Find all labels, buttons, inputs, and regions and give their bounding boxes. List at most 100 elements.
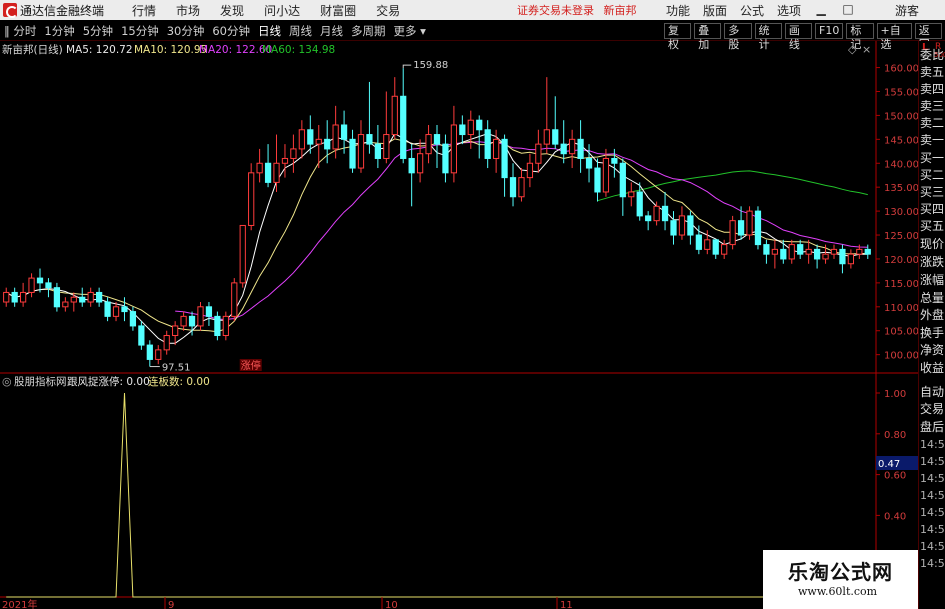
menu-item-formula[interactable]: 公式	[740, 2, 764, 19]
menu-item-discover[interactable]: 发现	[220, 2, 244, 19]
period-intraday[interactable]: ‖ 分时	[0, 23, 40, 39]
period-15min[interactable]: 15分钟	[117, 23, 163, 39]
period-1min[interactable]: 1分钟	[40, 23, 78, 39]
high-arrow-icon	[402, 64, 412, 69]
chart-tools: 复权 叠加 多股 统计 画线 F10 标记 +自选 返回	[664, 22, 945, 51]
tick-time-1: 14:56	[920, 455, 945, 468]
quote-field-14: 总量	[920, 291, 945, 305]
candle-up	[281, 157, 289, 164]
candle-up	[391, 95, 398, 136]
tool-restore-rights[interactable]: 复权	[664, 22, 692, 51]
tool-f10[interactable]: F10	[815, 22, 844, 39]
tool-add-watchlist[interactable]: +自选	[876, 22, 912, 51]
tool-back[interactable]: 返回	[914, 22, 942, 51]
minimize-icon[interactable]: ▁	[814, 2, 828, 19]
low-annotation: 97.51	[149, 363, 190, 374]
date-label-10: 10	[385, 600, 398, 609]
tool-statistics[interactable]: 统计	[754, 22, 782, 51]
price-tick-label: 125.00	[884, 231, 918, 242]
candle-down	[585, 157, 593, 169]
tool-overlay[interactable]: 叠加	[694, 22, 722, 51]
quote-field-16: 换手	[920, 326, 945, 340]
close-icon[interactable]: ×	[862, 43, 871, 56]
candle-down	[366, 134, 373, 145]
period-intraday-label: 分时	[13, 23, 37, 38]
candle-down	[374, 143, 381, 159]
candle-up	[518, 177, 525, 198]
tool-multi-stock[interactable]: 多股	[724, 22, 752, 51]
candle-down	[763, 244, 770, 255]
period-30min[interactable]: 30分钟	[163, 23, 209, 39]
menu-item-assistant[interactable]: 问小达	[264, 2, 300, 19]
price-tick-label: 150.00	[884, 111, 918, 122]
indicator-settings-icon[interactable]: ◎	[2, 375, 12, 388]
login-notice[interactable]: 证券交易未登录 新亩邦	[517, 2, 637, 18]
menu-item-market-center[interactable]: 市场	[176, 2, 200, 19]
candle-down	[53, 287, 61, 308]
candle-down	[670, 220, 677, 236]
candle-down	[839, 248, 846, 265]
indicator-tick-label: 0.80	[884, 430, 906, 441]
menu-item-wealth[interactable]: 财富圈	[320, 2, 356, 19]
date-label-11: 11	[560, 600, 573, 609]
period-monthly[interactable]: 月线	[316, 23, 347, 39]
candle-down	[501, 138, 508, 179]
quote-field-7: 买二	[920, 168, 945, 182]
quote-field-0: 委比	[920, 48, 945, 62]
candle-down	[754, 210, 762, 246]
candle-up	[822, 253, 829, 260]
period-daily[interactable]: 日线	[254, 23, 285, 39]
tool-mark[interactable]: 标记	[846, 22, 874, 51]
candle-down	[577, 138, 584, 159]
candle-down	[400, 95, 407, 159]
candle-up	[112, 306, 120, 317]
candle-up	[847, 253, 855, 265]
quote-field-1: 卖五	[920, 65, 945, 79]
menu-item-function[interactable]: 功能	[666, 2, 690, 19]
candle-up	[805, 248, 812, 255]
candle-down	[619, 162, 626, 198]
guest-user[interactable]: 游客	[895, 2, 919, 19]
period-weekly[interactable]: 周线	[285, 23, 316, 39]
kline-chart[interactable]: 新亩邦(日线) MA5: 120.72 MA10: 120.95 MA20: 1…	[0, 41, 918, 609]
app-logo-icon	[3, 3, 18, 18]
candle-up	[771, 248, 778, 255]
candle-down	[780, 248, 787, 260]
quote-field-8: 买三	[920, 185, 945, 199]
period-60min[interactable]: 60分钟	[208, 23, 254, 39]
price-tick-label: 160.00	[884, 64, 918, 75]
candle-up	[602, 157, 610, 193]
candle-up	[788, 244, 795, 260]
tool-draw-line[interactable]: 画线	[784, 22, 813, 51]
menu-item-trade[interactable]: 交易	[376, 2, 400, 19]
quote-panel: L R 500 委比卖五卖四卖三卖二卖一买一买二买三买四买五现价涨跌涨幅总量外盘…	[918, 41, 945, 609]
quote-field-6: 买一	[920, 151, 945, 165]
candle-up	[248, 172, 255, 226]
candle-down	[104, 301, 111, 317]
legend-ma5: MA5: 120.72	[66, 44, 133, 56]
price-ticks: 160.00 155.00 150.00 145.00 140.00 135.00 130.…	[876, 64, 918, 362]
period-more[interactable]: 更多 ▾	[389, 23, 429, 39]
tick-time-2: 14:56	[920, 472, 945, 485]
candle-down	[442, 143, 449, 174]
quote-field-5: 卖一	[920, 133, 945, 147]
candle-up	[526, 162, 534, 179]
candle-down	[661, 205, 669, 222]
candles	[3, 68, 871, 367]
status-field-0[interactable]: 自动	[920, 385, 945, 399]
menu-item-options[interactable]: 选项	[777, 2, 801, 19]
app-title: 通达信金融终端	[20, 3, 105, 18]
period-multi[interactable]: 多周期	[347, 23, 390, 39]
candle-down	[340, 124, 348, 140]
candle-up	[273, 162, 280, 183]
maximize-icon[interactable]: □	[841, 2, 855, 19]
candle-down	[433, 134, 441, 145]
status-field-1[interactable]: 交易	[920, 402, 945, 416]
menu-item-market[interactable]: 行情	[132, 2, 156, 19]
status-field-2[interactable]: 盘后	[920, 420, 945, 434]
period-5min[interactable]: 5分钟	[79, 23, 117, 39]
diamond-icon[interactable]: ◇	[848, 43, 857, 56]
menu-item-layout[interactable]: 版面	[703, 2, 727, 19]
candle-down	[509, 177, 517, 198]
menu-bar: 通达信金融终端 行情 市场 发现 问小达 财富圈 交易 证券交易未登录 新亩邦 …	[0, 0, 945, 20]
